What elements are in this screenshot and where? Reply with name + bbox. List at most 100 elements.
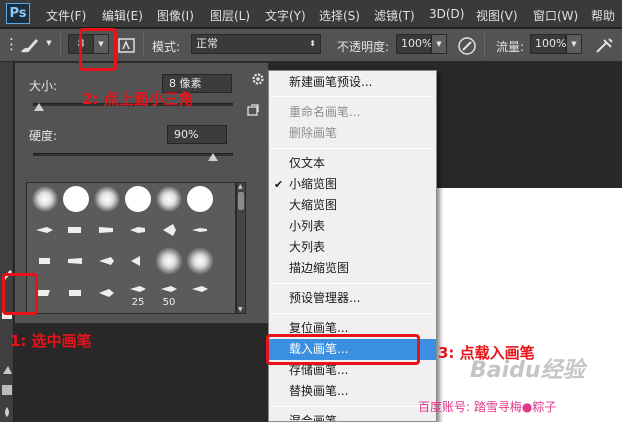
opacity-label: 不透明度: bbox=[337, 40, 390, 54]
bristle-tip-icon bbox=[36, 227, 53, 233]
hardness-slider[interactable] bbox=[33, 153, 233, 156]
menu-item-label: 大列表 bbox=[289, 240, 326, 254]
annotation-box-load-brushes bbox=[266, 334, 420, 365]
brush-preset-airbrush[interactable] bbox=[123, 247, 153, 275]
menu-item-label: 重命名画笔... bbox=[289, 105, 361, 119]
grip-icon: ⋮ bbox=[4, 35, 19, 53]
tool-preset-arrow-icon[interactable]: ▼ bbox=[41, 34, 57, 54]
opacity-dropdown-icon[interactable]: ▼ bbox=[431, 34, 447, 54]
menu-edit[interactable]: 编辑(E) bbox=[102, 7, 143, 24]
menu-item-label: 预设管理器... bbox=[289, 291, 361, 305]
gradient-icon[interactable] bbox=[1, 384, 13, 396]
menu-large-list[interactable]: 大列表 bbox=[269, 237, 436, 258]
new-preset-icon[interactable] bbox=[246, 103, 260, 117]
menu-small-list[interactable]: 小列表 bbox=[269, 216, 436, 237]
brush-preset-bristle[interactable] bbox=[61, 279, 91, 307]
brush-panel-toggle-icon[interactable] bbox=[117, 36, 137, 56]
menu-item-label: 仅文本 bbox=[289, 156, 326, 170]
menu-window[interactable]: 窗口(W) bbox=[533, 7, 578, 24]
scroll-up-icon[interactable]: ▲ bbox=[238, 183, 243, 190]
brush-preset-bristle[interactable] bbox=[92, 247, 122, 275]
bristle-tip-icon bbox=[99, 289, 114, 297]
brush-preset-bristle[interactable] bbox=[185, 279, 215, 307]
menu-mixer-brushes[interactable]: 混合画笔 bbox=[269, 411, 436, 421]
brush-preset-soft-round[interactable] bbox=[154, 247, 184, 275]
menu-item-label: 新建画笔预设... bbox=[289, 75, 373, 89]
brush-preset-bristle[interactable] bbox=[185, 216, 215, 244]
size-slider-handle[interactable] bbox=[34, 103, 44, 111]
gear-icon[interactable] bbox=[251, 72, 265, 86]
brush-preset-50[interactable]: 50 bbox=[154, 279, 184, 308]
blur-icon[interactable] bbox=[1, 406, 13, 418]
brush-preset-fan[interactable] bbox=[154, 216, 184, 244]
annotation-box-dropdown bbox=[79, 28, 117, 71]
brush-preset-soft-round[interactable] bbox=[30, 185, 60, 213]
brush-preset-hard-round[interactable] bbox=[61, 185, 91, 213]
airbrush-icon[interactable] bbox=[594, 35, 616, 57]
menu-replace-brushes[interactable]: 替换画笔... bbox=[269, 381, 436, 402]
brush-preset-bristle[interactable] bbox=[30, 247, 60, 275]
menu-file[interactable]: 文件(F) bbox=[46, 7, 86, 24]
brush-preset-bristle[interactable] bbox=[92, 216, 122, 244]
brush-tip-hard bbox=[187, 186, 213, 212]
bristle-tip-icon bbox=[68, 258, 82, 264]
menu-layer[interactable]: 图层(L) bbox=[210, 7, 250, 24]
document-canvas[interactable] bbox=[434, 188, 622, 422]
menu-view[interactable]: 视图(V) bbox=[476, 7, 518, 24]
bristle-tip-icon bbox=[130, 285, 146, 292]
menu-new-brush-preset[interactable]: 新建画笔预设... bbox=[269, 72, 436, 93]
brush-preset-bristle[interactable] bbox=[30, 216, 60, 244]
brush-tip-soft bbox=[155, 247, 183, 275]
bristle-tip-icon bbox=[39, 258, 50, 264]
menu-preset-manager[interactable]: 预设管理器... bbox=[269, 288, 436, 309]
magic-eraser-icon[interactable] bbox=[1, 362, 13, 376]
brush-preset-bristle[interactable] bbox=[92, 279, 122, 307]
menu-delete-brush: 删除画笔 bbox=[269, 123, 436, 144]
brush-preset-soft-round[interactable] bbox=[92, 185, 122, 213]
bristle-tip-icon bbox=[38, 290, 50, 296]
hardness-slider-handle[interactable] bbox=[208, 153, 218, 161]
bristle-tip-icon bbox=[69, 290, 81, 296]
mode-label: 模式: bbox=[152, 40, 181, 54]
flow-input[interactable]: 100% bbox=[530, 34, 566, 54]
scroll-down-icon[interactable]: ▼ bbox=[238, 306, 243, 313]
menu-select[interactable]: 选择(S) bbox=[319, 7, 360, 24]
brush-preset-soft-round[interactable] bbox=[154, 185, 184, 213]
brush-preset-bristle[interactable] bbox=[61, 216, 91, 244]
menu-help[interactable]: 帮助 bbox=[591, 7, 615, 24]
brush-grid-scrollbar[interactable]: ▲ ▼ bbox=[236, 182, 246, 314]
menu-separator bbox=[271, 96, 434, 97]
mode-value: 正常 bbox=[196, 37, 218, 50]
brush-icon[interactable] bbox=[18, 36, 40, 54]
bristle-tip-icon bbox=[68, 227, 81, 233]
hardness-label: 硬度: bbox=[29, 129, 58, 143]
menu-3d[interactable]: 3D(D) bbox=[429, 7, 464, 21]
menu-item-label: 描边缩览图 bbox=[289, 261, 350, 275]
brush-preset-hard-round[interactable] bbox=[185, 185, 215, 213]
scrollbar-thumb[interactable] bbox=[238, 192, 244, 210]
updown-icon: ⬍ bbox=[309, 39, 316, 48]
menu-item-label: 小缩览图 bbox=[289, 177, 338, 191]
hardness-input[interactable]: 90% bbox=[167, 125, 227, 144]
menu-image[interactable]: 图像(I) bbox=[157, 7, 194, 24]
menu-large-thumbnail[interactable]: 大缩览图 bbox=[269, 195, 436, 216]
menu-text-only[interactable]: 仅文本 bbox=[269, 153, 436, 174]
pressure-icon[interactable] bbox=[456, 35, 478, 57]
brush-preset-soft-round[interactable] bbox=[185, 247, 215, 275]
bristle-tip-icon bbox=[130, 227, 145, 233]
menu-small-thumbnail[interactable]: ✔ 小缩览图 bbox=[269, 174, 436, 195]
brush-preset-25[interactable]: 25 bbox=[123, 279, 153, 308]
mode-select[interactable]: 正常 ⬍ bbox=[191, 34, 321, 54]
brush-tip-soft bbox=[186, 247, 214, 275]
brush-preset-bristle[interactable] bbox=[61, 247, 91, 275]
menu-type[interactable]: 文字(Y) bbox=[265, 7, 306, 24]
brush-tip-soft bbox=[156, 186, 182, 212]
brush-preset-grid: 25 50 bbox=[26, 182, 236, 314]
menu-filter[interactable]: 滤镜(T) bbox=[374, 7, 415, 24]
flow-dropdown-icon[interactable]: ▼ bbox=[566, 34, 582, 54]
brush-preset-hard-round[interactable] bbox=[123, 185, 153, 213]
opacity-input[interactable]: 100% bbox=[396, 34, 432, 54]
menu-item-label: 替换画笔... bbox=[289, 384, 349, 398]
menu-stroke-thumbnail[interactable]: 描边缩览图 bbox=[269, 258, 436, 279]
brush-preset-bristle[interactable] bbox=[123, 216, 153, 244]
